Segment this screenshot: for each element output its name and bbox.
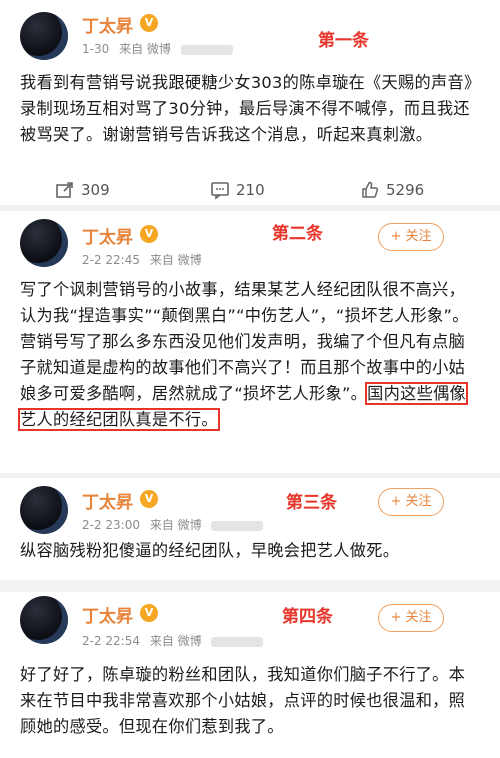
post-meta: 2-2 22:45 来自 微博 [82,251,202,268]
weibo-post-1: 丁太昇 V 1-30 来自 微博 第一条 我看到有营销号说我跟硬糖少女303的陈… [0,0,500,205]
post-text: 我看到有营销号说我跟硬糖少女303的陈卓璇在《天赐的声音》录制现场互相对骂了30… [20,73,473,144]
post-time: 2-2 22:45 [82,253,140,267]
post-text: 写了个讽刺营销号的小故事，结果某艺人经纪团队很不高兴，认为我“捏造事实”“颠倒黑… [17,277,480,433]
author-name[interactable]: 丁太昇 [82,12,133,37]
weibo-post-3: 丁太昇 V 2-2 23:00 来自 微博 第三条 + 关注 纵容脑残粉犯傻逼的… [0,478,500,580]
post-text: 纵容脑残粉犯傻逼的经纪团队，早晚会把艺人做死。 [20,541,400,560]
annotation-label: 第三条 [286,493,337,513]
follow-button[interactable]: + 关注 [378,604,444,632]
author-name[interactable]: 丁太昇 [82,488,133,513]
like-count: 5296 [386,181,425,199]
verified-badge-icon: V [140,490,158,508]
blurred-device [180,44,233,55]
blurred-device [211,520,264,531]
repost-button[interactable]: 309 [55,180,110,200]
author-name[interactable]: 丁太昇 [82,223,133,248]
post-meta: 2-2 23:00 来自 微博 [82,516,264,533]
avatar[interactable] [20,486,68,534]
comment-count: 210 [236,181,265,199]
post-time: 2-2 22:54 [82,634,140,648]
follow-button[interactable]: + 关注 [378,488,444,516]
post-source: 来自 微博 [149,253,202,267]
like-button[interactable]: 5296 [360,180,424,200]
post-source: 来自 微博 [149,518,202,532]
post-time: 1-30 [82,42,110,56]
post-time: 2-2 23:00 [82,518,140,532]
annotation-label: 第二条 [272,224,323,244]
post-meta: 1-30 来自 微博 [82,40,233,57]
post-meta: 2-2 22:54 来自 微博 [82,632,264,649]
weibo-post-4: 丁太昇 V 2-2 22:54 来自 微博 第四条 + 关注 好了好了，陈卓璇的… [0,592,500,758]
repost-icon [56,182,73,198]
annotation-label: 第四条 [282,607,333,627]
follow-button[interactable]: + 关注 [378,223,444,251]
comment-button[interactable]: 210 [210,180,265,200]
post-text: 好了好了，陈卓璇的粉丝和团队，我知道你们脑子不行了。本来在节目中我非常喜欢那个小… [20,665,466,736]
avatar[interactable] [20,12,68,60]
annotation-label: 第一条 [318,31,369,51]
comment-icon [211,182,229,200]
author-name[interactable]: 丁太昇 [82,602,133,627]
avatar[interactable] [20,219,68,267]
blurred-device [211,636,264,647]
repost-count: 309 [81,181,110,199]
post-source: 来自 微博 [119,42,171,56]
separator [0,580,500,592]
avatar[interactable] [20,596,68,644]
verified-badge-icon: V [140,604,158,622]
verified-badge-icon: V [140,225,158,243]
like-icon [362,181,379,198]
verified-badge-icon: V [140,14,158,32]
weibo-post-2: 丁太昇 V 2-2 22:45 来自 微博 第二条 + 关注 写了个讽刺营销号的… [0,211,500,473]
post-source: 来自 微博 [149,634,202,648]
